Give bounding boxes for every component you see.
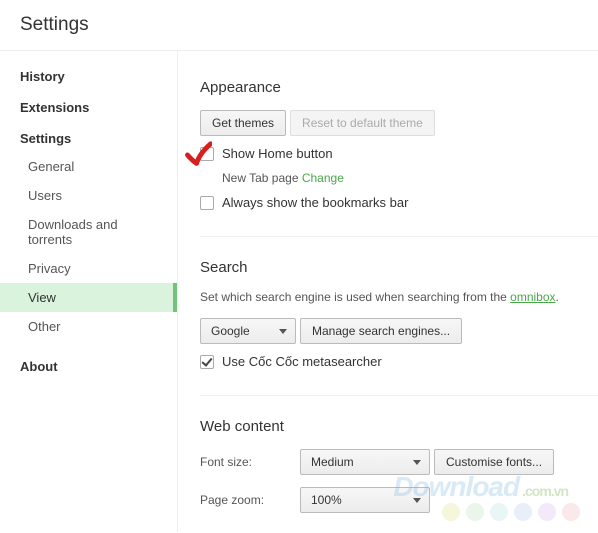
page-title: Settings [20,14,578,36]
omnibox-link[interactable]: omnibox [510,290,555,304]
font-size-label: Font size: [200,455,300,469]
page-zoom-select[interactable]: 100% [300,487,430,513]
search-section: Search Set which search engine is used w… [200,236,598,369]
sidebar-history[interactable]: History [0,63,177,90]
search-description: Set which search engine is used when sea… [200,290,582,304]
font-size-select[interactable]: Medium [300,449,430,475]
sidebar-about[interactable]: About [0,353,177,380]
page-zoom-label: Page zoom: [200,493,300,507]
settings-header: Settings [0,0,598,51]
customise-fonts-button[interactable]: Customise fonts... [434,449,554,475]
sidebar-item-users[interactable]: Users [0,181,177,210]
web-content-title: Web content [200,418,582,435]
new-tab-page-label: New Tab page [222,171,299,185]
search-desc-post: . [556,290,559,304]
manage-search-engines-button[interactable]: Manage search engines... [300,318,462,344]
sidebar-item-view[interactable]: View [0,283,177,312]
web-content-section: Web content Font size: Medium Customise … [200,395,598,513]
show-home-label: Show Home button [222,146,333,161]
font-size-value: Medium [311,455,354,469]
chevron-down-icon [413,460,421,465]
metasearcher-label: Use Cốc Cốc metasearcher [222,354,382,369]
sidebar-item-other[interactable]: Other [0,312,177,341]
chevron-down-icon [279,329,287,334]
sidebar-item-downloads[interactable]: Downloads and torrents [0,210,177,254]
chevron-down-icon [413,498,421,503]
sidebar-item-privacy[interactable]: Privacy [0,254,177,283]
sidebar: History Extensions Settings General User… [0,51,178,532]
page-zoom-value: 100% [311,493,342,507]
search-engine-value: Google [211,324,250,338]
get-themes-button[interactable]: Get themes [200,110,286,136]
appearance-title: Appearance [200,79,598,96]
red-checkmark-icon [184,141,212,169]
metasearcher-checkbox[interactable] [200,355,214,369]
search-engine-select[interactable]: Google [200,318,296,344]
reset-theme-button: Reset to default theme [290,110,435,136]
bookmarks-bar-checkbox[interactable] [200,196,214,210]
content-area: Appearance Get themes Reset to default t… [178,51,598,532]
sidebar-settings[interactable]: Settings [0,125,177,152]
search-title: Search [200,259,582,276]
sidebar-item-general[interactable]: General [0,152,177,181]
sidebar-extensions[interactable]: Extensions [0,94,177,121]
appearance-section: Appearance Get themes Reset to default t… [200,79,598,210]
search-desc-pre: Set which search engine is used when sea… [200,290,510,304]
bookmarks-bar-label: Always show the bookmarks bar [222,195,408,210]
change-link[interactable]: Change [302,171,344,185]
